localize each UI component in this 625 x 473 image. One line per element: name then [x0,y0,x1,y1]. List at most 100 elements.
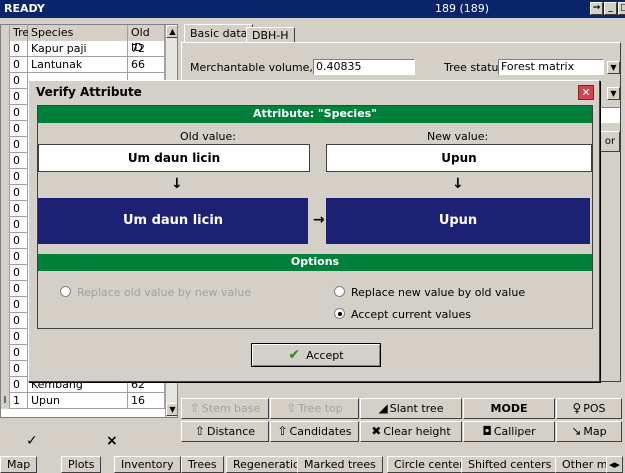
right-arrow-icon: → [313,212,325,228]
chevron-down-icon-2[interactable]: ▼ [607,87,620,100]
old-value-display: Um daun licin [38,198,308,244]
row-indicator [1,153,10,169]
side-field[interactable] [600,107,620,123]
cell-old-id[interactable]: 16 [128,393,165,409]
tab-dbh-h[interactable]: DBH-H [246,27,295,43]
cell-trees[interactable]: 0 [10,217,28,233]
maximize-icon[interactable]: □ [618,2,625,15]
tab-shifted-centers[interactable]: Shifted centers [461,456,559,473]
row-indicator [1,89,10,105]
cell-trees[interactable]: 0 [10,169,28,185]
radio-replace-new[interactable]: Replace new value by old value [334,286,525,299]
chevron-down-icon[interactable]: ▼ [607,61,620,74]
tool-tree-top-button[interactable]: ⇧ Tree top [270,398,359,419]
tool-calliper-button[interactable]: ◘ Calliper [463,421,555,442]
cell-trees[interactable]: 0 [10,105,28,121]
cell-trees[interactable]: 1 [10,393,28,409]
grid-actions: ✓ × [0,433,178,451]
cell-trees[interactable]: 0 [10,137,28,153]
calliper-icon: ◘ [482,424,492,438]
clear-height-icon: ✖ [371,424,382,438]
table-row[interactable]: 0 Kapur paji 72 [1,41,165,57]
minimize-icon[interactable]: _ [604,2,617,15]
col-species[interactable]: Species [28,25,128,41]
confirm-check-button[interactable]: ✓ [26,433,38,449]
tab-basic-data[interactable]: Basic data [184,24,254,43]
row-indicator [1,313,10,329]
options-header: Options [38,254,592,271]
accept-button[interactable]: ✔ Accept [251,343,381,367]
down-arrow-icon: ↓ [171,176,183,192]
tab-marked-trees[interactable]: Marked trees [297,456,383,473]
scroll-up-icon[interactable]: ▲ [166,25,177,38]
cell-trees[interactable]: 0 [10,233,28,249]
map-icon: ↘ [571,424,582,438]
side-button[interactable]: or [600,131,620,152]
cell-trees[interactable]: 0 [10,121,28,137]
grid-header: Trees Species Old ID [1,25,165,54]
cell-trees[interactable]: 0 [10,313,28,329]
tree-status-select[interactable]: Forest matrix [498,59,604,75]
tool-mode-button[interactable]: MODE [463,398,555,419]
tab-inventory[interactable]: Inventory [114,456,181,473]
row-indicator [1,217,10,233]
radio-icon [60,286,71,297]
cell-trees[interactable]: 0 [10,201,28,217]
cell-trees[interactable]: 0 [10,329,28,345]
tree-top-icon: ⇧ [286,401,297,415]
cell-trees[interactable]: 0 [10,361,28,377]
cell-trees[interactable]: 0 [10,185,28,201]
tab-scroll-arrows-icon[interactable]: ◂▸ [606,456,624,473]
cell-species[interactable]: Lantunak [28,57,128,73]
tool-pos-button[interactable]: ♀ POS [556,398,622,419]
row-indicator [1,233,10,249]
close-icon[interactable]: ✕ [578,85,594,100]
scroll-down-icon[interactable]: ▼ [166,403,177,416]
stem-base-icon: ⇧ [189,401,200,415]
radio-accept-current[interactable]: Accept current values [334,308,471,321]
tool-distance-button[interactable]: ⇧ Distance [181,421,269,442]
cell-trees[interactable]: 0 [10,89,28,105]
cell-trees[interactable]: 0 [10,249,28,265]
cell-species[interactable]: Upun [28,393,128,409]
tool-stem-base-button[interactable]: ⇧ Stem base [181,398,269,419]
radio-replace-old[interactable]: Replace old value by new value [60,286,251,299]
row-indicator [1,249,10,265]
tool-slant-tree-button[interactable]: ◢ Slant tree [360,398,462,419]
cell-trees[interactable]: 0 [10,297,28,313]
attribute-header: Attribute: "Species" [38,106,592,123]
col-trees[interactable]: Trees [10,25,42,41]
tool-clear-height-button[interactable]: ✖ Clear height [360,421,462,442]
row-indicator: I [1,393,10,409]
cell-trees[interactable]: 0 [10,41,28,57]
pos-icon: ♀ [572,401,582,415]
tool-candidates-button[interactable]: ⇧ Candidates [270,421,359,442]
candidates-icon: ⇧ [277,424,288,438]
tab-trees[interactable]: Trees [181,456,224,473]
row-indicator [1,105,10,121]
slant-tree-icon: ◢ [378,401,388,415]
table-row[interactable]: 0 Lantunak 66 [1,57,165,73]
tab-map[interactable]: Map [0,456,38,473]
merch-volume-field[interactable]: 0.40835 [313,59,415,75]
reject-x-button[interactable]: × [106,433,118,449]
cell-species[interactable]: Kapur paji [28,41,128,57]
cell-trees[interactable]: 0 [10,377,28,393]
cell-trees[interactable]: 0 [10,57,28,73]
cell-trees[interactable]: 0 [10,265,28,281]
cell-old-id[interactable]: 72 [128,41,165,57]
cell-old-id[interactable]: 66 [128,57,165,73]
tool-map-button[interactable]: ↘ Map [556,421,622,442]
cell-trees[interactable]: 0 [10,345,28,361]
tab-plots[interactable]: Plots [61,456,102,473]
row-indicator [1,201,10,217]
cell-trees[interactable]: 0 [10,281,28,297]
pin-icon[interactable]: → [590,2,603,15]
row-indicator [1,361,10,377]
dialog-title-bar: Verify Attribute ✕ [32,84,596,101]
cell-trees[interactable]: 0 [10,73,28,89]
cell-trees[interactable]: 0 [10,153,28,169]
table-row[interactable]: I 1 Upun 16 [1,393,165,409]
col-old-id[interactable]: Old ID [128,25,165,54]
attribute-frame: Attribute: "Species" Old value: New valu… [37,105,593,329]
